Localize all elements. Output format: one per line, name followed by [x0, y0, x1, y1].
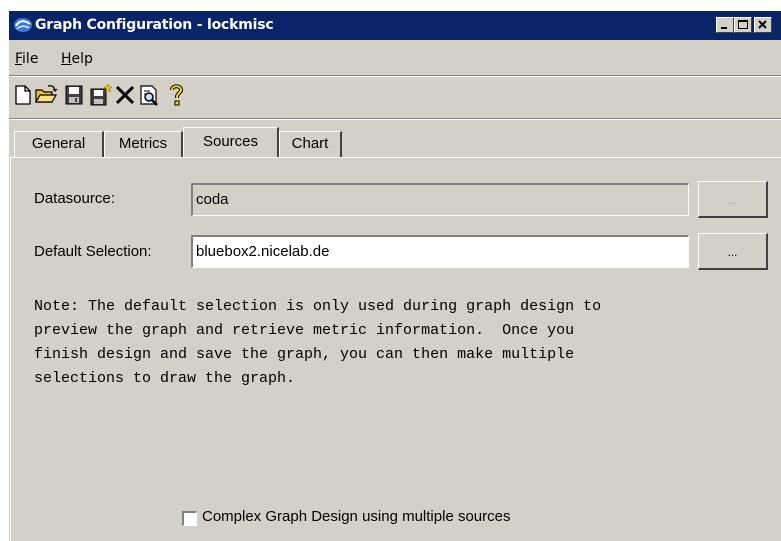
open-folder-icon	[34, 85, 58, 103]
preview-button[interactable]	[137, 83, 161, 107]
preview-icon	[140, 85, 158, 106]
complex-design-checkbox[interactable]	[182, 511, 197, 526]
save-button[interactable]	[62, 83, 86, 107]
minimize-button[interactable]	[716, 17, 734, 33]
title-bar[interactable]: Graph Configuration - lockmisc	[9, 11, 781, 40]
default-selection-label: Default Selection:	[34, 243, 152, 260]
default-selection-input[interactable]: bluebox2.nicelab.de	[191, 235, 689, 268]
app-icon	[14, 18, 32, 32]
graph-configuration-window: Graph Configuration - lockmisc File Help	[8, 10, 781, 541]
default-selection-value: bluebox2.nicelab.de	[196, 243, 330, 260]
tab-chart[interactable]: Chart	[279, 131, 342, 157]
datasource-label: Datasource:	[34, 190, 115, 207]
tab-sources[interactable]: Sources	[183, 127, 279, 157]
toolbar	[9, 77, 781, 117]
new-icon	[15, 85, 31, 105]
datasource-browse-button: ...	[698, 181, 768, 218]
menu-file[interactable]: File	[15, 51, 38, 67]
menu-bar: File Help	[9, 40, 781, 74]
delete-button[interactable]	[113, 83, 137, 107]
menu-help-mnemonic: H	[61, 51, 72, 67]
close-icon	[758, 20, 767, 29]
menu-help-label: elp	[71, 51, 93, 67]
save-as-button[interactable]	[88, 83, 112, 107]
close-button[interactable]	[754, 17, 772, 33]
note-text: Note: The default selection is only used…	[34, 295, 774, 391]
menu-file-label: ile	[22, 51, 39, 67]
save-icon	[65, 85, 83, 105]
note-line: Note: The default selection is only used…	[34, 298, 602, 315]
tab-general[interactable]: General	[14, 131, 104, 157]
new-button[interactable]	[11, 83, 35, 107]
tab-strip: General Metrics Sources Chart	[9, 125, 781, 157]
note-line: finish design and save the graph, you ca…	[34, 346, 575, 363]
menu-help[interactable]: Help	[61, 51, 93, 67]
save-as-icon	[90, 83, 112, 106]
default-selection-browse-button[interactable]: ...	[698, 233, 768, 270]
maximize-icon	[738, 20, 748, 29]
help-button[interactable]	[164, 83, 188, 107]
menu-file-mnemonic: F	[15, 51, 23, 67]
window-title: Graph Configuration - lockmisc	[35, 17, 274, 33]
delete-icon	[115, 85, 135, 105]
datasource-value: coda	[196, 191, 229, 208]
help-icon	[170, 84, 184, 106]
maximize-button[interactable]	[734, 17, 752, 33]
complex-design-label[interactable]: Complex Graph Design using multiple sour…	[202, 508, 510, 525]
tab-metrics[interactable]: Metrics	[104, 131, 183, 157]
toolbar-separator	[9, 118, 781, 120]
datasource-field: coda	[191, 183, 689, 216]
open-button[interactable]	[34, 83, 58, 107]
note-line: selections to draw the graph.	[34, 370, 296, 387]
minimize-icon	[721, 27, 727, 29]
note-line: preview the graph and retrieve metric in…	[34, 322, 575, 339]
